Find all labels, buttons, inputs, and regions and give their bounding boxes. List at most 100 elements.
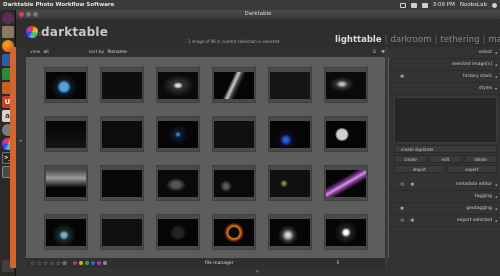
clock[interactable]: 3:09 PM bbox=[433, 2, 455, 8]
thumbnail-image bbox=[326, 71, 366, 99]
thumbnail[interactable] bbox=[324, 214, 368, 250]
preset-gear-icon[interactable]: ✱ bbox=[400, 74, 404, 80]
volume-icon[interactable] bbox=[421, 2, 428, 8]
star-icon[interactable]: ☆ bbox=[56, 260, 61, 267]
thumbnail-image bbox=[46, 169, 86, 197]
star-icon[interactable]: ☆ bbox=[49, 260, 54, 267]
thumbnail[interactable] bbox=[324, 116, 368, 152]
thumbnail-image bbox=[102, 71, 142, 99]
right-panel: select ◂ selected image[s] ◂ ✱ history s… bbox=[391, 47, 500, 268]
color-label-icon[interactable] bbox=[90, 261, 95, 265]
network-icon[interactable] bbox=[410, 2, 417, 8]
style-edit-button[interactable]: edit bbox=[429, 155, 462, 163]
star-icon[interactable]: ☆ bbox=[36, 260, 41, 267]
module-tagging[interactable]: tagging ◂ bbox=[391, 191, 500, 203]
user-menu[interactable]: NoobsLab bbox=[460, 2, 487, 8]
bottom-toolbar: ☆ ☆ ☆ ☆ ☆ ⊗ file manager 6 bbox=[26, 258, 389, 268]
thumbnail[interactable] bbox=[44, 214, 88, 250]
power-gear-icon[interactable] bbox=[492, 2, 497, 8]
star-rating: ☆ ☆ ☆ ☆ ☆ ⊗ bbox=[30, 260, 67, 267]
star-icon[interactable]: ☆ bbox=[30, 260, 35, 267]
thumbnail[interactable] bbox=[156, 165, 200, 201]
style-delete-button[interactable]: delete bbox=[464, 155, 497, 163]
color-label-icon[interactable] bbox=[72, 261, 77, 265]
collapsed-triangle-icon: ◂ bbox=[494, 74, 497, 79]
darktable-header: darktable 1.1.1 1 image of 96 in current… bbox=[16, 19, 500, 47]
star-icon[interactable]: ☆ bbox=[43, 260, 48, 267]
view-filter-select[interactable]: all bbox=[43, 50, 48, 55]
module-selected-images[interactable]: selected image[s] ◂ bbox=[391, 59, 500, 71]
color-label-icon[interactable] bbox=[78, 261, 83, 265]
module-geotagging[interactable]: ✱ geotagging ◂ bbox=[391, 203, 500, 215]
color-label-icon[interactable] bbox=[102, 261, 107, 265]
sort-by-select[interactable]: filename bbox=[107, 50, 127, 55]
files-icon[interactable] bbox=[1, 26, 14, 38]
module-metadata-editor[interactable]: ⟲ ✱ metadata editor ◂ bbox=[391, 179, 500, 191]
thumbnail[interactable] bbox=[100, 214, 144, 250]
thumbnail[interactable] bbox=[324, 67, 368, 103]
thumbnail[interactable]: working... bbox=[156, 214, 200, 250]
maximize-window-button[interactable] bbox=[33, 12, 38, 17]
thumbnail[interactable] bbox=[44, 165, 88, 201]
close-window-button[interactable] bbox=[19, 12, 24, 17]
view-switcher: lighttable|darkroom|tethering|map bbox=[332, 35, 500, 45]
thumbnail[interactable] bbox=[212, 214, 256, 250]
view-tethering[interactable]: tethering bbox=[440, 35, 479, 45]
thumbnail[interactable] bbox=[268, 67, 312, 103]
reset-icon[interactable]: ⟲ bbox=[400, 218, 404, 224]
lighttable-center: view all sort by filename G ✱ working...… bbox=[26, 47, 389, 268]
reset-icon[interactable]: ⟲ bbox=[400, 182, 404, 188]
preset-gear-icon[interactable]: ✱ bbox=[410, 218, 414, 224]
styles-list[interactable] bbox=[394, 97, 497, 143]
view-darkroom[interactable]: darkroom bbox=[390, 35, 431, 45]
color-label-icon[interactable] bbox=[84, 261, 89, 265]
thumbnail[interactable] bbox=[156, 116, 200, 152]
reject-icon[interactable]: ⊗ bbox=[62, 260, 67, 267]
module-select[interactable]: select ◂ bbox=[391, 47, 500, 59]
collapse-left-panel-arrow[interactable]: ◂ bbox=[19, 138, 22, 144]
thumbnail[interactable] bbox=[100, 165, 144, 201]
thumbnail-image bbox=[214, 120, 254, 148]
style-create-button[interactable]: create bbox=[394, 155, 427, 163]
window-title: Darktable bbox=[244, 11, 272, 17]
thumbnail-image bbox=[270, 169, 310, 197]
layout-select[interactable]: file manager bbox=[205, 261, 234, 266]
style-export-button[interactable]: export bbox=[446, 165, 497, 173]
collapsed-triangle-icon: ◂ bbox=[494, 50, 497, 55]
minimize-window-button[interactable] bbox=[26, 12, 31, 17]
grouping-toggle[interactable]: G bbox=[373, 50, 377, 55]
thumbnail[interactable] bbox=[44, 116, 88, 152]
create-duplicate-checkbox[interactable]: create duplicate bbox=[394, 145, 497, 153]
thumbnail-image bbox=[46, 120, 86, 148]
zoom-value[interactable]: 6 bbox=[337, 261, 340, 266]
module-history-stack[interactable]: ✱ history stack ◂ bbox=[391, 71, 500, 83]
thumbnail[interactable] bbox=[100, 116, 144, 152]
module-styles[interactable]: styles ▾ bbox=[391, 83, 500, 95]
color-label-icon[interactable] bbox=[96, 261, 101, 265]
thumbnail[interactable] bbox=[212, 165, 256, 201]
mail-icon[interactable] bbox=[399, 2, 406, 8]
collapse-bottom-panel-arrow[interactable]: ▾ bbox=[256, 269, 259, 275]
grid-scrollbar[interactable] bbox=[385, 47, 388, 268]
thumbnail[interactable] bbox=[268, 116, 312, 152]
thumbnail[interactable] bbox=[100, 67, 144, 103]
thumbnail[interactable] bbox=[324, 165, 368, 201]
thumbnail[interactable] bbox=[268, 214, 312, 250]
thumbnail[interactable] bbox=[156, 67, 200, 103]
module-export-selected[interactable]: ⟲ ✱ export selected ◂ bbox=[391, 215, 500, 227]
thumbnail[interactable] bbox=[44, 67, 88, 103]
thumbnail[interactable] bbox=[268, 165, 312, 201]
style-import-button[interactable]: import bbox=[394, 165, 445, 173]
dash-home-icon[interactable] bbox=[1, 12, 14, 24]
thumbnail-image bbox=[158, 218, 198, 246]
view-lighttable[interactable]: lighttable bbox=[335, 35, 382, 45]
active-app-title: Darktable Photo Workflow Software bbox=[3, 2, 115, 8]
expanded-triangle-icon: ▾ bbox=[494, 86, 497, 91]
preset-gear-icon[interactable]: ✱ bbox=[400, 206, 404, 212]
preset-gear-icon[interactable]: ✱ bbox=[410, 182, 414, 188]
view-map[interactable]: map bbox=[488, 35, 500, 45]
thumbnail[interactable] bbox=[212, 116, 256, 152]
thumbnail-image bbox=[270, 71, 310, 99]
thumbnail[interactable] bbox=[212, 67, 256, 103]
thumbnail-image bbox=[158, 169, 198, 197]
